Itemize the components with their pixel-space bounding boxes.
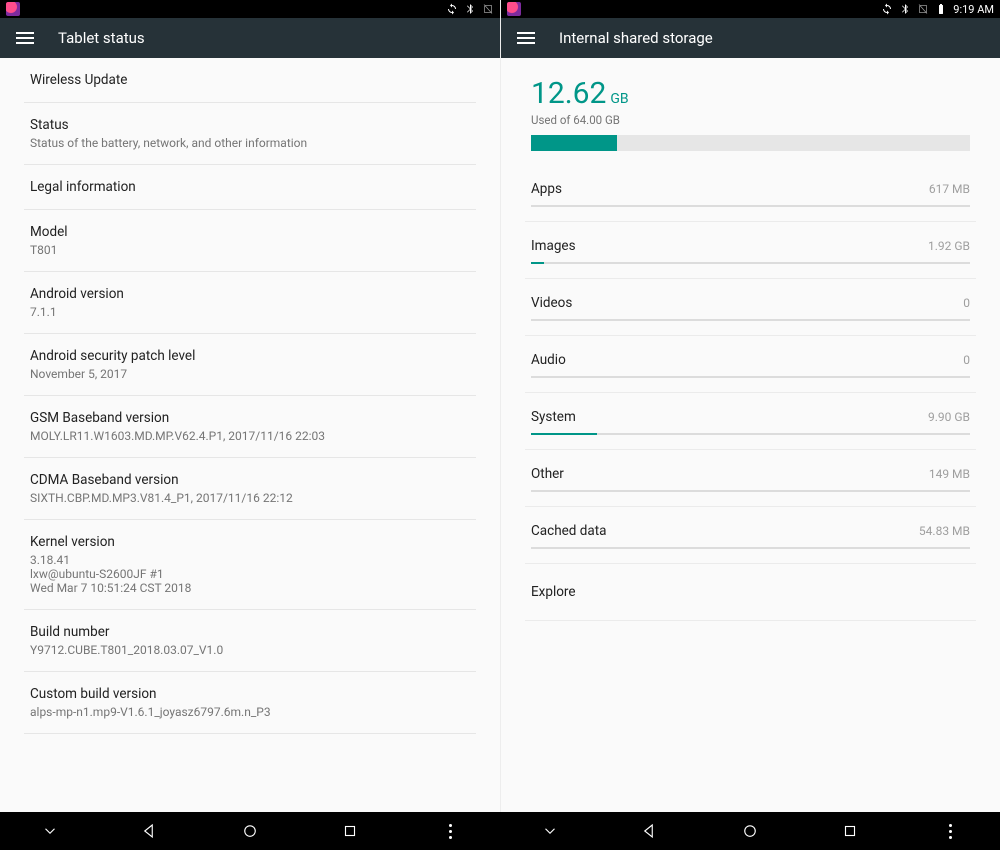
row-title: Status [30, 117, 470, 133]
row-title: Build number [30, 624, 470, 640]
recents-button[interactable] [840, 821, 860, 841]
category-name: Images [531, 238, 576, 254]
settings-row[interactable]: Kernel version 3.18.41 lxw@ubuntu-S2600JF… [24, 520, 476, 610]
category-bar [531, 490, 970, 492]
status-bar: 9:19 AM [501, 0, 1000, 18]
more-icon[interactable] [440, 821, 460, 841]
row-title: CDMA Baseband version [30, 472, 470, 488]
settings-row[interactable]: Android security patch level November 5, … [24, 334, 476, 396]
row-subtitle: 3.18.41 lxw@ubuntu-S2600JF #1 Wed Mar 7 … [30, 553, 470, 595]
row-subtitle: alps-mp-n1.mp9-V1.6.1_joyasz6797.6m.n_P3 [30, 705, 470, 719]
chevron-down-icon[interactable] [540, 821, 560, 841]
category-size: 9.90 GB [928, 410, 970, 424]
explore-row[interactable]: Explore [525, 564, 976, 621]
storage-category[interactable]: Audio 0 [525, 336, 976, 393]
row-subtitle: T801 [30, 243, 470, 257]
settings-row[interactable]: Legal information [24, 165, 476, 210]
row-title: Android version [30, 286, 470, 302]
page-title: Tablet status [58, 29, 145, 47]
sync-icon [881, 3, 893, 15]
sync-icon [446, 3, 458, 15]
settings-row[interactable]: Wireless Update [24, 58, 476, 103]
category-size: 1.92 GB [928, 239, 970, 253]
bluetooth-icon [464, 3, 476, 15]
category-size: 54.83 MB [919, 524, 970, 538]
storage-category[interactable]: Apps 617 MB [525, 165, 976, 222]
storage-category[interactable]: Cached data 54.83 MB [525, 507, 976, 564]
category-name: System [531, 409, 576, 425]
category-bar [531, 319, 970, 321]
clock: 9:19 AM [953, 3, 994, 16]
category-size: 0 [963, 296, 970, 310]
settings-row[interactable]: Model T801 [24, 210, 476, 272]
settings-row[interactable]: Build number Y9712.CUBE.T801_2018.03.07_V… [24, 610, 476, 672]
total-usage-bar [531, 135, 970, 151]
settings-row[interactable]: GSM Baseband version MOLY.LR11.W1603.MD.M… [24, 396, 476, 458]
category-name: Cached data [531, 523, 606, 539]
row-title: Custom build version [30, 686, 470, 702]
page-title: Internal shared storage [559, 29, 713, 47]
category-bar [531, 547, 970, 549]
category-bar [531, 376, 970, 378]
back-button[interactable] [640, 821, 660, 841]
category-bar [531, 205, 970, 207]
settings-list: Wireless Update Status Status of the batte… [0, 58, 500, 850]
row-subtitle: SIXTH.CBP.MD.MP3.V81.4_P1, 2017/11/16 22… [30, 491, 470, 505]
app-icon [507, 2, 521, 16]
row-title: Android security patch level [30, 348, 470, 364]
row-title: Wireless Update [30, 72, 470, 88]
row-subtitle: November 5, 2017 [30, 367, 470, 381]
row-title: GSM Baseband version [30, 410, 470, 426]
status-bar [0, 0, 500, 18]
app-bar: Tablet status [0, 18, 500, 58]
storage-category[interactable]: Images 1.92 GB [525, 222, 976, 279]
row-subtitle: 7.1.1 [30, 305, 470, 319]
category-size: 617 MB [929, 182, 970, 196]
category-name: Audio [531, 352, 566, 368]
storage-category[interactable]: Other 149 MB [525, 450, 976, 507]
battery-icon [935, 3, 947, 15]
category-name: Videos [531, 295, 572, 311]
category-name: Other [531, 466, 564, 482]
more-icon[interactable] [940, 821, 960, 841]
navigation-bar [0, 812, 1000, 850]
category-name: Apps [531, 181, 562, 197]
row-subtitle: MOLY.LR11.W1603.MD.MP.V62.4.P1, 2017/11/… [30, 429, 470, 443]
category-size: 0 [963, 353, 970, 367]
bluetooth-icon [899, 3, 911, 15]
storage-category[interactable]: System 9.90 GB [525, 393, 976, 450]
settings-row[interactable]: CDMA Baseband version SIXTH.CBP.MD.MP3.V8… [24, 458, 476, 520]
used-label: Used of 64.00 GB [531, 113, 970, 127]
pane-tablet-status: Tablet status Wireless UpdateStatusStatu… [0, 0, 500, 850]
category-bar [531, 262, 970, 264]
row-title: Model [30, 224, 470, 240]
used-amount: 12.62GB [531, 76, 629, 111]
row-subtitle: Status of the battery, network, and othe… [30, 136, 470, 150]
home-button[interactable] [740, 821, 760, 841]
chevron-down-icon[interactable] [40, 821, 60, 841]
no-sim-icon [917, 3, 929, 15]
storage-summary: 12.62GB Used of 64.00 GB [525, 58, 976, 165]
settings-row[interactable]: Status Status of the battery, network, an… [24, 103, 476, 165]
menu-icon[interactable] [16, 32, 34, 44]
settings-row[interactable]: Custom build version alps-mp-n1.mp9-V1.6.… [24, 672, 476, 734]
storage-content: 12.62GB Used of 64.00 GB Apps 617 MB Image… [501, 58, 1000, 850]
storage-category[interactable]: Videos 0 [525, 279, 976, 336]
row-subtitle: Y9712.CUBE.T801_2018.03.07_V1.0 [30, 643, 470, 657]
settings-row[interactable]: Android version 7.1.1 [24, 272, 476, 334]
pane-storage: 9:19 AM Internal shared storage 12.62GB … [500, 0, 1000, 850]
recents-button[interactable] [340, 821, 360, 841]
row-title: Legal information [30, 179, 470, 195]
category-size: 149 MB [929, 467, 970, 481]
back-button[interactable] [140, 821, 160, 841]
home-button[interactable] [240, 821, 260, 841]
app-bar: Internal shared storage [501, 18, 1000, 58]
category-bar [531, 433, 970, 435]
row-title: Kernel version [30, 534, 470, 550]
app-icon [6, 2, 20, 16]
menu-icon[interactable] [517, 32, 535, 44]
no-sim-icon [482, 3, 494, 15]
